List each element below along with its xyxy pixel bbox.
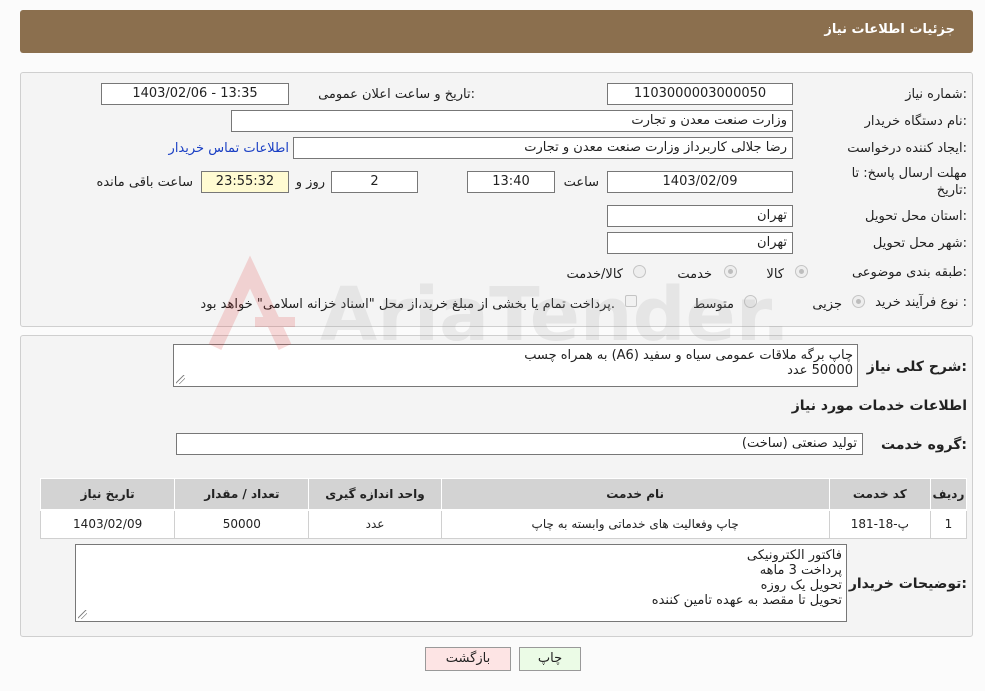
deadline-time-label: ساعت	[563, 175, 599, 190]
buyer-notes-label: توضیحات خریدار:	[848, 576, 967, 592]
service-group-label: گروه خدمت:	[881, 437, 967, 453]
resize-grip-icon[interactable]	[176, 375, 185, 384]
services-table: ردیف کد خدمت نام خدمت واحد اندازه گیری ت…	[39, 478, 968, 539]
process-medium-radio[interactable]	[744, 295, 757, 308]
deadline-label: مهلت ارسال پاسخ: تا تاریخ:	[852, 165, 967, 199]
province-field: تهران	[607, 205, 793, 227]
cell-quantity: 50000	[174, 509, 310, 539]
cell-unit: عدد	[308, 509, 442, 539]
process-minor-label: جزیی	[812, 297, 842, 312]
deadline-label-line2: تاریخ:	[936, 183, 967, 198]
buyer-org-field: وزارت صنعت معدن و تجارت	[231, 110, 793, 132]
buyer-note-line-2: پرداخت 3 ماهه	[759, 563, 842, 578]
cell-service-name: چاپ وفعالیت های خدماتی وابسته به چاپ	[440, 509, 830, 539]
city-field: تهران	[607, 232, 793, 254]
process-minor-radio[interactable]	[852, 295, 865, 308]
category-goods-radio[interactable]	[795, 265, 808, 278]
summary-textarea[interactable]: چاپ برگه ملاقات عمومی سیاه و سفید (A6) ب…	[173, 344, 858, 387]
city-label: شهر محل تحویل:	[872, 236, 967, 251]
col-need-date: تاریخ نیاز	[39, 478, 176, 511]
buyer-contact-link[interactable]: اطلاعات تماس خریدار	[169, 141, 289, 156]
table-row: 1 پ-18-181 چاپ وفعالیت های خدماتی وابسته…	[39, 509, 968, 539]
services-section-title: اطلاعات خدمات مورد نیاز	[791, 398, 967, 414]
cell-row-no: 1	[929, 509, 968, 539]
days-label: روز و	[295, 175, 325, 190]
deadline-date-field: 1403/02/09	[607, 171, 793, 193]
announce-label: تاریخ و ساعت اعلان عمومی:	[318, 87, 475, 102]
category-service-label: خدمت	[677, 267, 712, 282]
page-title: جزئیات اطلاعات نیاز	[824, 22, 955, 37]
need-number-label: شماره نیاز:	[905, 87, 967, 102]
table-header-row: ردیف کد خدمت نام خدمت واحد اندازه گیری ت…	[39, 478, 968, 511]
category-label: طبقه بندی موضوعی:	[851, 265, 967, 280]
resize-grip-icon[interactable]	[78, 610, 87, 619]
cell-need-date: 1403/02/09	[39, 509, 176, 539]
payment-note: پرداخت تمام یا بخشی از مبلغ خرید،از محل …	[200, 297, 615, 312]
remaining-label: ساعت باقی مانده	[96, 175, 193, 190]
buyer-note-line-1: فاکتور الکترونیکی	[746, 548, 842, 563]
print-button[interactable]: چاپ	[519, 647, 581, 671]
buyer-org-label: نام دستگاه خریدار:	[864, 114, 967, 129]
summary-line-1: چاپ برگه ملاقات عمومی سیاه و سفید (A6) ب…	[524, 348, 853, 363]
deadline-label-line1: مهلت ارسال پاسخ: تا	[851, 166, 967, 181]
creator-label: ایجاد کننده درخواست:	[847, 141, 967, 156]
col-unit: واحد اندازه گیری	[308, 478, 442, 511]
col-service-code: کد خدمت	[828, 478, 931, 511]
days-field: 2	[331, 171, 418, 193]
page-header: جزئیات اطلاعات نیاز	[20, 10, 973, 53]
category-service-radio[interactable]	[724, 265, 737, 278]
announce-field: 1403/02/06 - 13:35	[101, 83, 289, 105]
category-goods-service-radio[interactable]	[633, 265, 646, 278]
col-service-name: نام خدمت	[440, 478, 830, 511]
back-button[interactable]: بازگشت	[425, 647, 511, 671]
need-number-field: 1103000003000050	[607, 83, 793, 105]
province-label: استان محل تحویل:	[865, 209, 967, 224]
category-goods-label: کالا	[766, 267, 784, 282]
process-label: نوع فرآیند خرید :	[875, 295, 967, 310]
buyer-notes-textarea[interactable]: فاکتور الکترونیکی پرداخت 3 ماهه تحویل یک…	[75, 544, 847, 622]
cell-service-code: پ-18-181	[828, 509, 931, 539]
treasury-payment-checkbox[interactable]	[625, 295, 637, 307]
buyer-note-line-4: تحویل تا مقصد به عهده تامین کننده	[651, 593, 842, 608]
service-group-field: تولید صنعتی (ساخت)	[176, 433, 863, 455]
deadline-time-field: 13:40	[467, 171, 555, 193]
creator-field: رضا جلالی کاربرداز وزارت صنعت معدن و تجا…	[293, 137, 793, 159]
summary-line-2: 50000 عدد	[787, 363, 853, 378]
col-row-no: ردیف	[929, 478, 968, 511]
category-goods-service-label: کالا/خدمت	[566, 267, 623, 282]
summary-label: شرح کلی نیاز:	[866, 359, 967, 375]
col-quantity: تعداد / مقدار	[174, 478, 310, 511]
process-medium-label: متوسط	[693, 297, 734, 312]
buyer-note-line-3: تحویل یک روزه	[760, 578, 842, 593]
remaining-time-field: 23:55:32	[201, 171, 289, 193]
